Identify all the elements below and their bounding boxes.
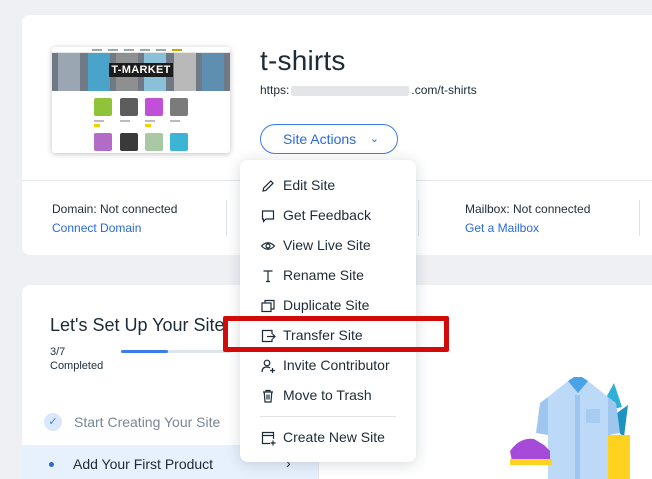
site-actions-button[interactable]: Site Actions ⌄ (260, 124, 398, 154)
menu-divider (260, 416, 396, 417)
shirt-illustration (510, 377, 630, 479)
eye-icon (260, 242, 276, 250)
menu-item-label: Invite Contributor (283, 357, 390, 373)
menu-item-rename-site[interactable]: Rename Site (240, 262, 416, 290)
duplicate-icon (261, 299, 275, 313)
site-title: t-shirts (260, 45, 346, 76)
thumbnail-brand: T-MARKET (109, 63, 173, 77)
domain-status: Domain: Not connected (52, 202, 178, 216)
url-redacted (291, 85, 410, 96)
progress-count: 3/7 (50, 346, 66, 358)
menu-item-move-to-trash[interactable]: Move to Trash (240, 382, 416, 410)
menu-item-label: Move to Trash (283, 387, 372, 403)
pencil-icon (262, 180, 274, 192)
info-divider (226, 200, 227, 236)
menu-item-label: Rename Site (283, 267, 364, 283)
menu-item-label: Create New Site (283, 429, 385, 445)
get-mailbox-link[interactable]: Get a Mailbox (465, 221, 590, 235)
site-url-prefix: https: (260, 83, 290, 97)
menu-item-get-feedback[interactable]: Get Feedback (240, 202, 416, 230)
connect-domain-link[interactable]: Connect Domain (52, 221, 177, 235)
add-person-icon (261, 359, 275, 373)
chevron-down-icon: ⌄ (369, 133, 379, 145)
menu-item-create-new-site[interactable]: Create New Site (240, 424, 416, 452)
menu-item-label: Duplicate Site (283, 297, 370, 313)
setup-progress-bar (121, 350, 231, 353)
info-divider (639, 200, 640, 236)
progress-label: Completed (50, 360, 104, 372)
setup-step-label: Start Creating Your Site (74, 414, 221, 430)
text-cursor-icon (263, 270, 273, 283)
menu-item-label: Get Feedback (283, 207, 371, 223)
domain-info: Domain: Not connected Connect Domain (52, 202, 177, 235)
site-actions-label: Site Actions (283, 131, 357, 147)
setup-progress-text: 3/7 Completed (50, 345, 103, 373)
site-actions-menu: Edit Site Get Feedback View Live Site Re… (240, 160, 416, 462)
setup-title: Let's Set Up Your Site (50, 315, 225, 335)
site-url-suffix: .com/t-shirts (411, 83, 477, 97)
check-icon: ✓ (44, 413, 62, 431)
mailbox-status: Mailbox: Not connected (465, 202, 591, 216)
menu-item-edit-site[interactable]: Edit Site (240, 172, 416, 200)
menu-item-view-live-site[interactable]: View Live Site (240, 232, 416, 260)
setup-progress-fill (121, 350, 169, 353)
setup-step-label: Add Your First Product (73, 456, 214, 472)
site-url[interactable]: https: .com/t-shirts (260, 83, 477, 97)
new-site-icon (261, 431, 276, 446)
info-divider (418, 200, 419, 236)
trash-icon (263, 389, 273, 403)
menu-item-label: View Live Site (283, 237, 371, 253)
speech-bubble-icon (261, 210, 275, 223)
site-thumbnail[interactable]: T-MARKET (52, 47, 230, 153)
bullet-icon (49, 462, 54, 467)
mailbox-info: Mailbox: Not connected Get a Mailbox (465, 202, 590, 235)
menu-item-label: Edit Site (283, 177, 336, 193)
transfer-site-highlight-box (223, 316, 449, 352)
menu-item-invite-contributor[interactable]: Invite Contributor (240, 352, 416, 380)
